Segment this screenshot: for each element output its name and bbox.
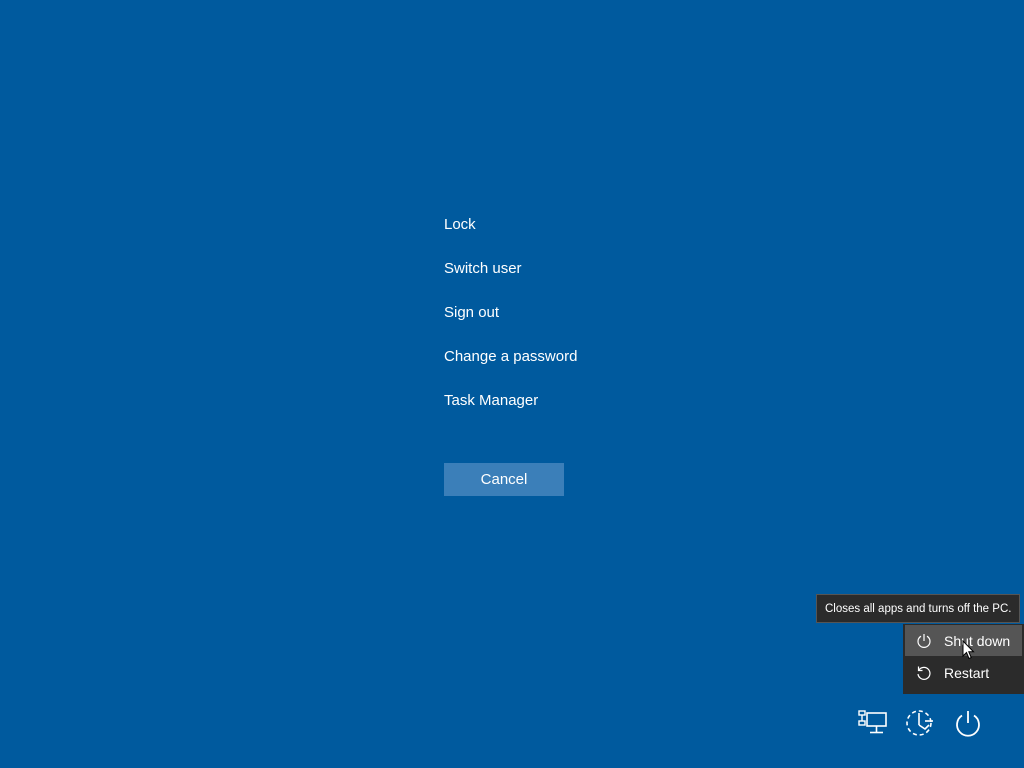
restart-icon [915,664,933,682]
power-icon [915,632,933,650]
shut-down-tooltip: Closes all apps and turns off the PC. [816,594,1020,623]
restart-label: Restart [944,664,990,681]
mouse-cursor-icon [962,639,976,660]
network-button[interactable] [853,704,891,742]
security-options-screen: Lock Switch user Sign out Change a passw… [0,0,1024,768]
ease-of-access-button[interactable] [900,704,938,742]
power-icon [956,711,980,737]
network-icon [858,710,887,734]
sign-out-option[interactable]: Sign out [444,301,664,345]
shut-down-label: Shut down [944,632,1011,649]
power-button[interactable] [949,704,987,742]
restart-menu-item[interactable]: Restart [905,657,1022,688]
ease-of-access-icon [906,710,933,736]
cancel-button[interactable]: Cancel [444,463,564,496]
switch-user-option[interactable]: Switch user [444,257,664,301]
tooltip-text: Closes all apps and turns off the PC. [825,602,1012,615]
task-manager-option[interactable]: Task Manager [444,389,664,433]
security-options-list: Lock Switch user Sign out Change a passw… [444,213,664,433]
change-password-option[interactable]: Change a password [444,345,664,389]
lock-option[interactable]: Lock [444,213,664,257]
